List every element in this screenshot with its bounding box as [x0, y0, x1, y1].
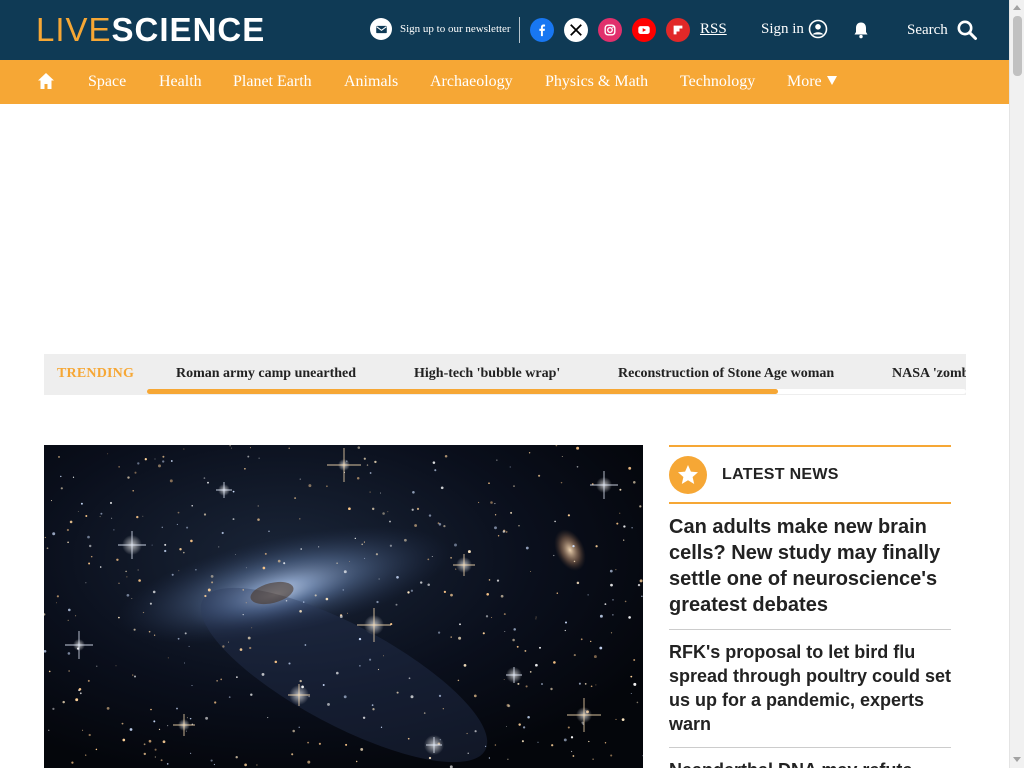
envelope-icon [370, 18, 392, 40]
nav-more-label: More [787, 73, 822, 90]
x-icon[interactable] [564, 18, 588, 42]
flipboard-icon[interactable] [666, 18, 690, 42]
caret-down-icon [826, 76, 837, 85]
search-label: Search [907, 21, 948, 38]
logo-live-text: LIVE [36, 11, 112, 48]
trending-label: TRENDING [57, 366, 135, 381]
header-divider [519, 17, 520, 43]
news-headline-link[interactable]: RFK's proposal to let bird flu spread th… [669, 630, 951, 748]
newsletter-signup-link[interactable]: Sign up to our newsletter [370, 18, 511, 40]
sign-in-label: Sign in [761, 20, 804, 37]
site-logo[interactable]: LIVE SCIENCE [36, 11, 266, 48]
page-scrollbar[interactable] [1009, 0, 1024, 768]
scroll-down-arrow-icon[interactable] [1013, 757, 1021, 762]
search-icon [957, 20, 977, 40]
star-icon [669, 455, 707, 494]
trending-link[interactable]: Roman army camp unearthed [176, 366, 356, 382]
galaxy-starfield-image [44, 445, 643, 768]
latest-news-title: LATEST NEWS [722, 465, 839, 483]
nav-item-health[interactable]: Health [159, 73, 202, 91]
scrollbar-thumb[interactable] [1013, 16, 1022, 76]
nav-item-animals[interactable]: Animals [344, 73, 398, 91]
latest-news-header: LATEST NEWS [669, 445, 951, 504]
news-headline-link[interactable]: Can adults make new brain cells? New stu… [669, 504, 951, 630]
logo-science-text: SCIENCE [111, 11, 266, 48]
user-icon [808, 19, 828, 39]
trending-link[interactable]: High-tech 'bubble wrap' [414, 366, 560, 382]
hero-galaxy-image[interactable] [44, 445, 643, 768]
search-button[interactable]: Search [907, 19, 978, 41]
bell-icon[interactable] [851, 20, 871, 40]
latest-news-panel: LATEST NEWS Can adults make new brain ce… [669, 445, 951, 768]
trending-bar: TRENDING Roman army camp unearthed High-… [44, 354, 966, 395]
trending-scroll-thumb[interactable] [147, 389, 778, 394]
nav-item-planet-earth[interactable]: Planet Earth [233, 73, 312, 91]
instagram-icon[interactable] [598, 18, 622, 42]
sign-in-button[interactable]: Sign in [761, 19, 828, 39]
nav-item-space[interactable]: Space [88, 73, 126, 91]
news-headline-link[interactable]: Neanderthal DNA may refute [669, 748, 951, 768]
newsletter-label: Sign up to our newsletter [400, 23, 511, 35]
youtube-icon[interactable] [632, 18, 656, 42]
nav-item-archaeology[interactable]: Archaeology [430, 73, 513, 91]
nav-item-more[interactable]: More [787, 73, 837, 91]
trending-scroll-track[interactable] [147, 389, 966, 394]
trending-link[interactable]: Reconstruction of Stone Age woman [618, 366, 834, 382]
home-icon[interactable] [36, 71, 56, 91]
scroll-up-arrow-icon[interactable] [1013, 5, 1021, 10]
nav-item-technology[interactable]: Technology [680, 73, 755, 91]
facebook-icon[interactable] [530, 18, 554, 42]
rss-link[interactable]: RSS [700, 21, 727, 38]
site-header: LIVE SCIENCE Sign up to our newsletter RS… [0, 0, 1009, 60]
main-nav: Space Health Planet Earth Animals Archae… [0, 60, 1009, 104]
trending-link[interactable]: NASA 'zombie [892, 366, 966, 382]
nav-item-physics-math[interactable]: Physics & Math [545, 73, 648, 91]
